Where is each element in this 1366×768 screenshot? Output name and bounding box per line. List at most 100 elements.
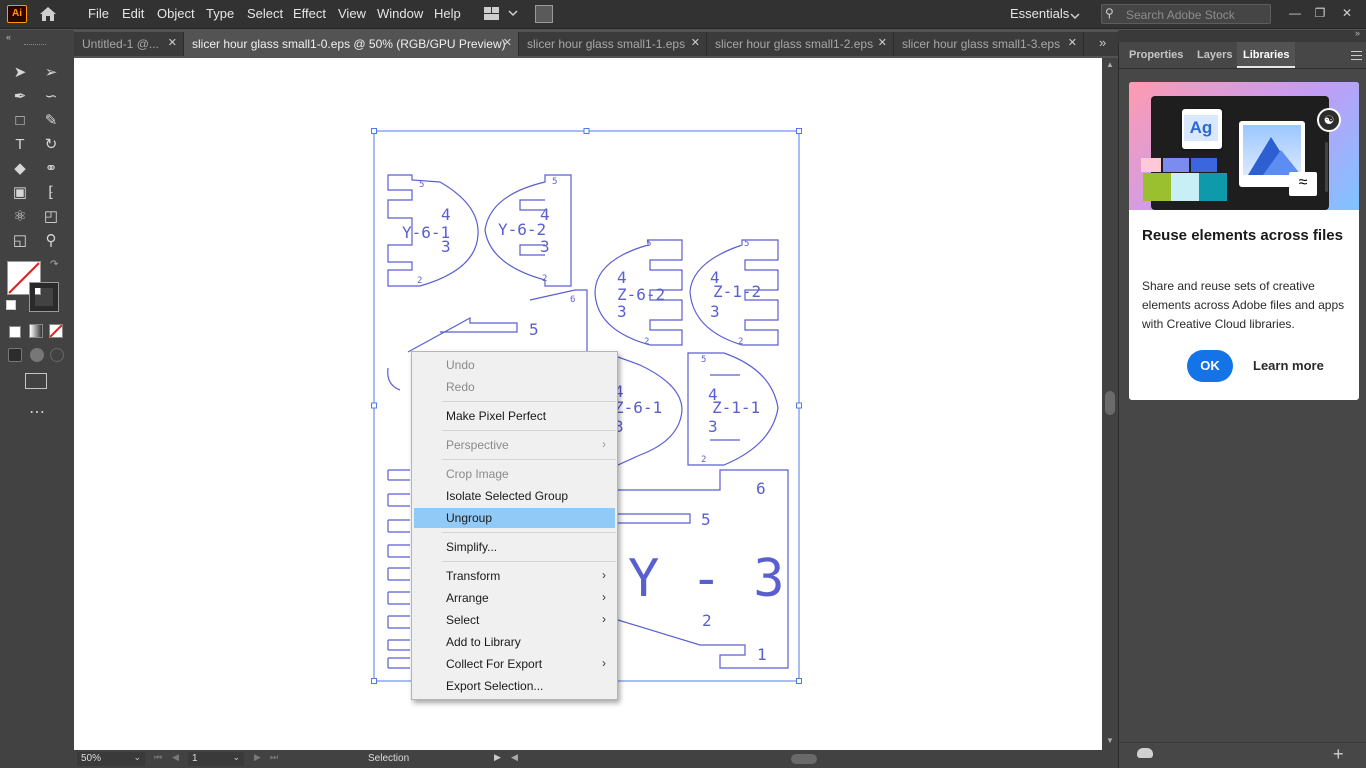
tab-untitled[interactable]: Untitled-1 @... ✕ (74, 32, 184, 56)
menu-edit[interactable]: Edit (122, 6, 144, 21)
close-tab-icon[interactable]: ✕ (691, 36, 700, 49)
swap-fill-stroke-icon[interactable]: ↷ (50, 259, 58, 270)
first-artboard-icon[interactable]: ⏮ (154, 752, 162, 763)
curvature-tool-icon[interactable]: ∽ (40, 86, 62, 108)
gpu-performance-icon[interactable] (535, 5, 553, 23)
tab-active-document[interactable]: slicer hour glass small1-0.eps @ 50% (RG… (184, 32, 519, 56)
label-z11: Z-1-1 (712, 398, 760, 417)
menu-item-transform[interactable]: Transform › (413, 566, 616, 586)
eyedropper-tool-icon[interactable]: ⁅ (40, 182, 62, 204)
menu-item-select[interactable]: Select › (413, 610, 616, 630)
collapse-toolbar-icon[interactable]: « (6, 32, 11, 42)
menu-select[interactable]: Select (247, 6, 283, 21)
ok-button[interactable]: OK (1187, 350, 1233, 382)
add-icon[interactable]: + (1333, 744, 1344, 765)
artboard-number-field[interactable]: 1 ⌄ (188, 752, 244, 766)
stroke-swatch[interactable] (29, 282, 59, 312)
status-menu-icon[interactable]: ▶ (494, 752, 501, 763)
scroll-down-icon[interactable]: ▼ (1106, 736, 1114, 745)
selection-tool-icon[interactable]: ➤ (9, 62, 31, 84)
restore-button[interactable]: ❐ (1309, 3, 1331, 23)
menu-type[interactable]: Type (206, 6, 234, 21)
collapse-panels-icon[interactable]: » (1355, 28, 1360, 38)
tab-document-1[interactable]: slicer hour glass small1-1.eps ✕ (519, 32, 707, 56)
type-tool-icon[interactable]: T (9, 134, 31, 156)
toolbar-grip[interactable] (24, 44, 46, 47)
tab-layers[interactable]: Layers (1191, 42, 1238, 68)
tab-document-3[interactable]: slicer hour glass small1-3.eps ✕ (894, 32, 1084, 56)
eraser-tool-icon[interactable]: ◆ (9, 158, 31, 180)
direct-selection-tool-icon[interactable]: ➢ (40, 62, 62, 84)
panel-menu-icon[interactable] (1351, 51, 1362, 60)
horizontal-scrollbar[interactable]: ◀ (509, 752, 1099, 766)
panel-collapse-strip[interactable]: » (1118, 28, 1366, 42)
close-window-button[interactable]: ✕ (1336, 3, 1358, 23)
screen-mode-icon[interactable] (25, 373, 47, 389)
menu-item-perspective[interactable]: Perspective › (413, 435, 616, 455)
vertical-scrollbar[interactable]: ▲ ▼ (1102, 58, 1118, 750)
menu-item-simplify[interactable]: Simplify... (413, 537, 616, 557)
chevron-down-icon[interactable]: ⌄ (133, 752, 141, 763)
paintbrush-tool-icon[interactable]: ✎ (40, 110, 62, 132)
zoom-field[interactable]: 50% ⌄ (77, 752, 145, 766)
chevron-down-icon[interactable]: ⌄ (232, 752, 240, 763)
menu-item-redo[interactable]: Redo (413, 377, 616, 397)
close-tab-icon[interactable]: ✕ (1068, 36, 1077, 49)
menu-item-add-to-library[interactable]: Add to Library (413, 632, 616, 652)
learn-more-link[interactable]: Learn more (1253, 358, 1324, 373)
tab-libraries[interactable]: Libraries (1237, 42, 1296, 68)
symbol-sprayer-tool-icon[interactable]: ⚛ (9, 206, 31, 228)
none-mode-icon[interactable] (49, 324, 63, 338)
menu-item-undo[interactable]: Undo (413, 355, 616, 375)
close-tab-icon[interactable]: ✕ (503, 36, 512, 49)
last-artboard-icon[interactable]: ⏭ (270, 752, 278, 763)
scroll-left-icon[interactable]: ◀ (511, 752, 518, 763)
warp-tool-icon[interactable]: ⚭ (40, 158, 62, 180)
menu-object[interactable]: Object (157, 6, 195, 21)
workspace-switcher[interactable]: Essentials (1010, 6, 1069, 21)
menu-item-arrange[interactable]: Arrange › (413, 588, 616, 608)
shape-builder-tool-icon[interactable]: ◰ (40, 206, 62, 228)
default-fill-stroke-icon[interactable] (6, 300, 16, 310)
close-tab-icon[interactable]: ✕ (878, 36, 887, 49)
home-icon[interactable] (38, 5, 58, 23)
rectangle-tool-icon[interactable]: □ (9, 110, 31, 132)
menu-item-export-selection[interactable]: Export Selection... (413, 676, 616, 696)
tab-document-2[interactable]: slicer hour glass small1-2.eps ✕ (707, 32, 894, 56)
more-tabs-icon[interactable]: » (1099, 35, 1106, 50)
pen-tool-icon[interactable]: ✒ (9, 86, 31, 108)
gradient-mode-icon[interactable] (29, 324, 43, 338)
tab-properties[interactable]: Properties (1123, 42, 1189, 68)
creative-cloud-icon[interactable] (1137, 748, 1153, 758)
arrange-documents-icon[interactable] (483, 6, 519, 22)
rotate-tool-icon[interactable]: ↻ (40, 134, 62, 156)
menu-view[interactable]: View (338, 6, 366, 21)
more-tools-icon[interactable]: ⋯ (29, 402, 45, 422)
prev-artboard-icon[interactable]: ◀ (172, 752, 179, 763)
draw-behind-icon[interactable] (30, 348, 44, 362)
chevron-down-icon[interactable] (1070, 9, 1080, 20)
zoom-tool-icon[interactable]: ⚲ (40, 230, 62, 252)
artboard-tool-icon[interactable]: ◱ (9, 230, 31, 252)
menu-window[interactable]: Window (377, 6, 423, 21)
draw-inside-icon[interactable] (50, 348, 64, 362)
scroll-thumb[interactable] (791, 754, 817, 764)
menu-effect[interactable]: Effect (293, 6, 326, 21)
menu-item-isolate-selected-group[interactable]: Isolate Selected Group (413, 486, 616, 506)
menu-file[interactable]: File (88, 6, 109, 21)
scroll-thumb[interactable] (1105, 391, 1115, 415)
menu-help[interactable]: Help (434, 6, 461, 21)
draw-normal-icon[interactable] (8, 348, 22, 362)
tick-5: 5 (646, 239, 651, 249)
minimize-button[interactable]: — (1284, 3, 1306, 23)
menu-item-ungroup[interactable]: Ungroup (414, 508, 615, 528)
stock-search-field[interactable]: ⚲ Search Adobe Stock (1101, 4, 1271, 24)
gradient-tool-icon[interactable]: ▣ (9, 182, 31, 204)
menu-item-make-pixel-perfect[interactable]: Make Pixel Perfect (413, 406, 616, 426)
close-tab-icon[interactable]: ✕ (168, 36, 177, 49)
scroll-up-icon[interactable]: ▲ (1106, 60, 1114, 69)
menu-item-crop-image[interactable]: Crop Image (413, 464, 616, 484)
color-mode-icon[interactable] (9, 326, 21, 338)
next-artboard-icon[interactable]: ▶ (254, 752, 261, 763)
menu-item-collect-for-export[interactable]: Collect For Export › (413, 654, 616, 674)
